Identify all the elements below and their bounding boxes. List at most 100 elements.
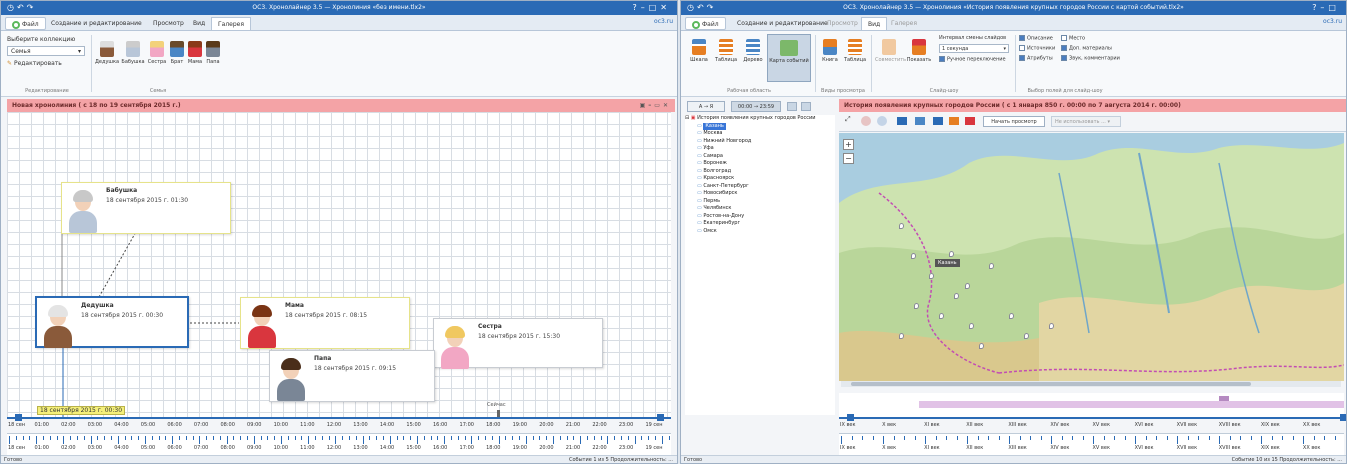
zoom-out-button[interactable]: − bbox=[843, 153, 854, 164]
tree-root[interactable]: ⊟ ▣ История появления крупных городов Ро… bbox=[685, 115, 835, 123]
range-start-handle[interactable] bbox=[15, 414, 22, 421]
map-pin-icon[interactable] bbox=[1049, 323, 1054, 329]
tab-gallery[interactable]: Галерея bbox=[211, 17, 251, 30]
map-pin-icon[interactable] bbox=[929, 273, 934, 279]
zoom-in-button[interactable]: + bbox=[843, 139, 854, 150]
interval-select[interactable]: 1 секунда ▾ bbox=[939, 44, 1009, 53]
sources-checkbox[interactable]: Источники bbox=[1019, 45, 1055, 52]
sister-button[interactable]: Сестра bbox=[147, 41, 167, 65]
tree-item-city[interactable]: ▭ Пермь bbox=[685, 198, 835, 206]
chronoline-controls[interactable]: ▣–▭✕ bbox=[640, 99, 671, 112]
tab-view[interactable]: Вид bbox=[861, 17, 888, 30]
edit-button[interactable]: ✎ Редактировать bbox=[7, 60, 62, 67]
map-pin-icon[interactable] bbox=[949, 251, 954, 257]
table-view-button[interactable]: Таблица bbox=[843, 39, 867, 63]
map-pin-icon[interactable] bbox=[914, 303, 919, 309]
tree-item-city[interactable]: ▭ Челябинск bbox=[685, 205, 835, 213]
combine-button[interactable]: Совместить bbox=[875, 39, 906, 63]
range-end-handle[interactable] bbox=[657, 414, 664, 421]
tree-item-city[interactable]: ▭ Казань bbox=[685, 122, 835, 130]
map-pin-icon[interactable] bbox=[979, 343, 984, 349]
tab-view[interactable]: Вид bbox=[187, 17, 211, 30]
book-view-button[interactable]: Книга bbox=[819, 39, 841, 63]
map-pin-icon[interactable] bbox=[899, 333, 904, 339]
scale-button[interactable]: Шкала bbox=[687, 39, 711, 63]
map-pin-icon[interactable] bbox=[954, 293, 959, 299]
layer-icon[interactable] bbox=[897, 117, 907, 125]
table-button[interactable]: Таблица bbox=[713, 39, 739, 63]
tree-item-city[interactable]: ▭ Новосибирск bbox=[685, 190, 835, 198]
start-view-button[interactable]: Начать просмотр bbox=[983, 116, 1045, 127]
tree-item-city[interactable]: ▭ Воронеж bbox=[685, 160, 835, 168]
tree-item-city[interactable]: ▭ Санкт-Петербург bbox=[685, 183, 835, 191]
overview-ruler[interactable]: IX век X век XI век XII век XIII век XIV век X… bbox=[839, 433, 1344, 455]
tree-item-city[interactable]: ▭ Екатеринбург bbox=[685, 220, 835, 228]
tab-view-mode[interactable]: Просмотр bbox=[821, 17, 864, 30]
map-pin-icon[interactable] bbox=[969, 323, 974, 329]
timeline-canvas[interactable]: Бабушка 18 сентября 2015 г. 01:30 Дедушк… bbox=[7, 112, 671, 417]
map-scrollbar[interactable] bbox=[841, 381, 1341, 387]
description-checkbox[interactable]: Описание bbox=[1019, 35, 1053, 42]
tree-item-city[interactable]: ▭ Волгоград bbox=[685, 168, 835, 176]
tree-item-city[interactable]: ▭ Омск bbox=[685, 228, 835, 236]
mother-button[interactable]: Мама bbox=[187, 41, 203, 65]
map-pin-icon[interactable] bbox=[939, 313, 944, 319]
event-card-mother[interactable]: Мама 18 сентября 2015 г. 08:15 bbox=[240, 297, 410, 349]
tab-create-edit[interactable]: Создание и редактирование bbox=[45, 17, 148, 30]
fullscreen-icon[interactable]: ⤢ bbox=[845, 115, 851, 124]
map-pin-icon[interactable] bbox=[989, 263, 994, 269]
range-end-handle[interactable] bbox=[1340, 414, 1346, 421]
grid-icon[interactable] bbox=[933, 117, 943, 125]
show-button[interactable]: Показать bbox=[905, 39, 933, 63]
tree-item-city[interactable]: ▭ Красноярск bbox=[685, 175, 835, 183]
event-bars-area[interactable] bbox=[839, 393, 1344, 417]
event-range-bar[interactable] bbox=[919, 401, 1344, 408]
frame-icon[interactable] bbox=[915, 117, 925, 125]
map-pin-icon[interactable] bbox=[1024, 333, 1029, 339]
event-map[interactable]: + − Казань bbox=[839, 133, 1344, 381]
tree-item-city[interactable]: ▭ Уфа bbox=[685, 145, 835, 153]
tab-file[interactable]: Файл bbox=[685, 17, 726, 30]
event-map-button[interactable]: Карта событий bbox=[767, 34, 811, 82]
event-bar[interactable] bbox=[1219, 396, 1229, 401]
map-pin-icon[interactable] bbox=[965, 283, 970, 289]
tab-file[interactable]: Файл bbox=[5, 17, 46, 30]
grandfather-button[interactable]: Дедушка bbox=[95, 41, 119, 65]
tree-item-city[interactable]: ▭ Ростов-на-Дону bbox=[685, 213, 835, 221]
bar-icon[interactable] bbox=[949, 117, 959, 125]
collapse-icon[interactable] bbox=[801, 102, 811, 111]
tree-item-city[interactable]: ▭ Самара bbox=[685, 153, 835, 161]
map-pin-icon[interactable] bbox=[911, 253, 916, 259]
tab-view-mode[interactable]: Просмотр bbox=[147, 17, 190, 30]
site-link[interactable]: oc3.ru bbox=[654, 18, 673, 25]
father-button[interactable]: Папа bbox=[205, 41, 221, 65]
tab-gallery[interactable]: Галерея bbox=[885, 17, 923, 30]
overview-ruler[interactable]: 18 сен 01:00 02:00 03:00 04:00 05:00 06:00 07:0… bbox=[7, 433, 671, 455]
expand-icon[interactable] bbox=[787, 102, 797, 111]
event-card-sister[interactable]: Сестра 18 сентября 2015 г. 15:30 bbox=[433, 318, 603, 369]
timeline-track[interactable] bbox=[7, 417, 671, 419]
map-pin-icon[interactable] bbox=[899, 223, 904, 229]
scrollbar-thumb[interactable] bbox=[851, 382, 1251, 386]
delete-icon[interactable] bbox=[965, 117, 975, 125]
tree-button[interactable]: Дерево bbox=[741, 39, 765, 63]
tab-create-edit[interactable]: Создание и редактирование bbox=[731, 17, 834, 30]
site-link[interactable]: oc3.ru bbox=[1323, 18, 1342, 25]
place-checkbox[interactable]: Место bbox=[1061, 35, 1085, 42]
grandmother-button[interactable]: Бабушка bbox=[121, 41, 145, 65]
quick-access-icons[interactable]: ◷↶↷ bbox=[687, 1, 716, 15]
quick-access-icons[interactable]: ◷↶↷ bbox=[7, 1, 36, 15]
extra-materials-checkbox[interactable]: Доп. материалы bbox=[1061, 45, 1112, 52]
window-controls[interactable]: ?–□✕ bbox=[632, 1, 671, 15]
marker-icon[interactable] bbox=[861, 116, 871, 126]
marker-alt-icon[interactable] bbox=[877, 116, 887, 126]
attributes-checkbox[interactable]: Атрибуты bbox=[1019, 55, 1053, 62]
event-card-father[interactable]: Папа 18 сентября 2015 г. 09:15 bbox=[269, 350, 435, 402]
range-start-handle[interactable] bbox=[847, 414, 854, 421]
event-card-grandfather[interactable]: Дедушка 18 сентября 2015 г. 00:30 bbox=[35, 296, 189, 348]
sound-checkbox[interactable]: Звук, комментарии bbox=[1061, 55, 1120, 62]
time-range-button[interactable]: 00:00 → 23:59 bbox=[731, 101, 781, 112]
collection-select[interactable]: Семья ▾ bbox=[7, 46, 85, 56]
event-card-grandmother[interactable]: Бабушка 18 сентября 2015 г. 01:30 bbox=[61, 182, 231, 234]
tree-item-city[interactable]: ▭ Москва bbox=[685, 130, 835, 138]
